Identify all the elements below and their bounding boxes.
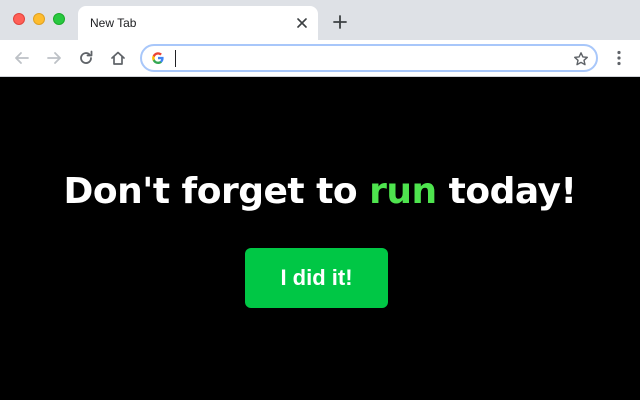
page-content: Don't forget to run today! I did it! xyxy=(0,78,640,400)
close-icon[interactable] xyxy=(294,15,310,31)
star-icon[interactable] xyxy=(572,50,590,68)
reload-icon[interactable] xyxy=(74,46,98,70)
headline-start: Don't forget to xyxy=(63,171,370,212)
address-bar[interactable] xyxy=(140,44,598,72)
address-input[interactable] xyxy=(174,49,564,67)
google-g-icon xyxy=(152,52,164,64)
window-maximize-button[interactable] xyxy=(53,13,65,25)
home-icon[interactable] xyxy=(106,46,130,70)
window-minimize-button[interactable] xyxy=(33,13,45,25)
kebab-menu-icon[interactable] xyxy=(607,46,631,70)
text-caret xyxy=(175,50,176,67)
headline-end: today! xyxy=(436,171,577,212)
plus-icon[interactable] xyxy=(329,11,351,33)
arrow-left-icon[interactable] xyxy=(10,46,34,70)
page-title: Don't forget to run today! xyxy=(0,170,640,214)
arrow-right-icon[interactable] xyxy=(42,46,66,70)
tab-title: New Tab xyxy=(90,16,137,30)
headline-accent: run xyxy=(369,171,437,212)
browser-tab[interactable]: New Tab xyxy=(78,6,318,40)
tab-strip: New Tab xyxy=(0,0,640,40)
done-button[interactable]: I did it! xyxy=(245,248,388,308)
browser-toolbar xyxy=(0,40,640,77)
window-close-button[interactable] xyxy=(13,13,25,25)
